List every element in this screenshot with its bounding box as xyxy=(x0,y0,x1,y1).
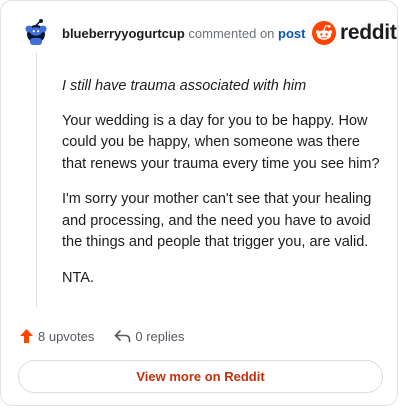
upvote-arrow-icon xyxy=(20,329,33,343)
view-more-button[interactable]: View more on Reddit xyxy=(18,360,383,393)
comment-header: blueberryyogurtcup commented on post xyxy=(62,26,306,41)
snoo-avatar-icon[interactable] xyxy=(21,18,51,48)
upvote-button[interactable]: 8 upvotes xyxy=(19,328,94,344)
reddit-wordmark: reddit xyxy=(340,21,397,44)
reply-count: 0 replies xyxy=(135,328,185,344)
comment-embed-card: blueberryyogurtcup commented on post red… xyxy=(0,0,398,406)
username-link[interactable]: blueberryyogurtcup xyxy=(62,26,185,41)
comment-body: I still have trauma associated with him … xyxy=(62,76,382,303)
reddit-logo-icon xyxy=(312,21,336,45)
reddit-brand[interactable]: reddit xyxy=(312,20,397,46)
comment-actions: 8 upvotes 0 replies xyxy=(19,326,185,346)
reply-arrow-icon xyxy=(115,330,131,343)
comment-quote: I still have trauma associated with him xyxy=(62,78,307,94)
commented-on-text: commented on xyxy=(188,26,275,41)
upvote-count: 8 upvotes xyxy=(38,328,95,344)
comment-paragraph: NTA. xyxy=(62,269,94,286)
comment-paragraph: I'm sorry your mother can't see that you… xyxy=(62,191,372,250)
thread-line xyxy=(36,53,37,308)
comment-paragraph: Your wedding is a day for you to be happ… xyxy=(62,112,380,172)
post-link[interactable]: post xyxy=(278,26,305,41)
reply-button[interactable]: 0 replies xyxy=(114,328,185,344)
